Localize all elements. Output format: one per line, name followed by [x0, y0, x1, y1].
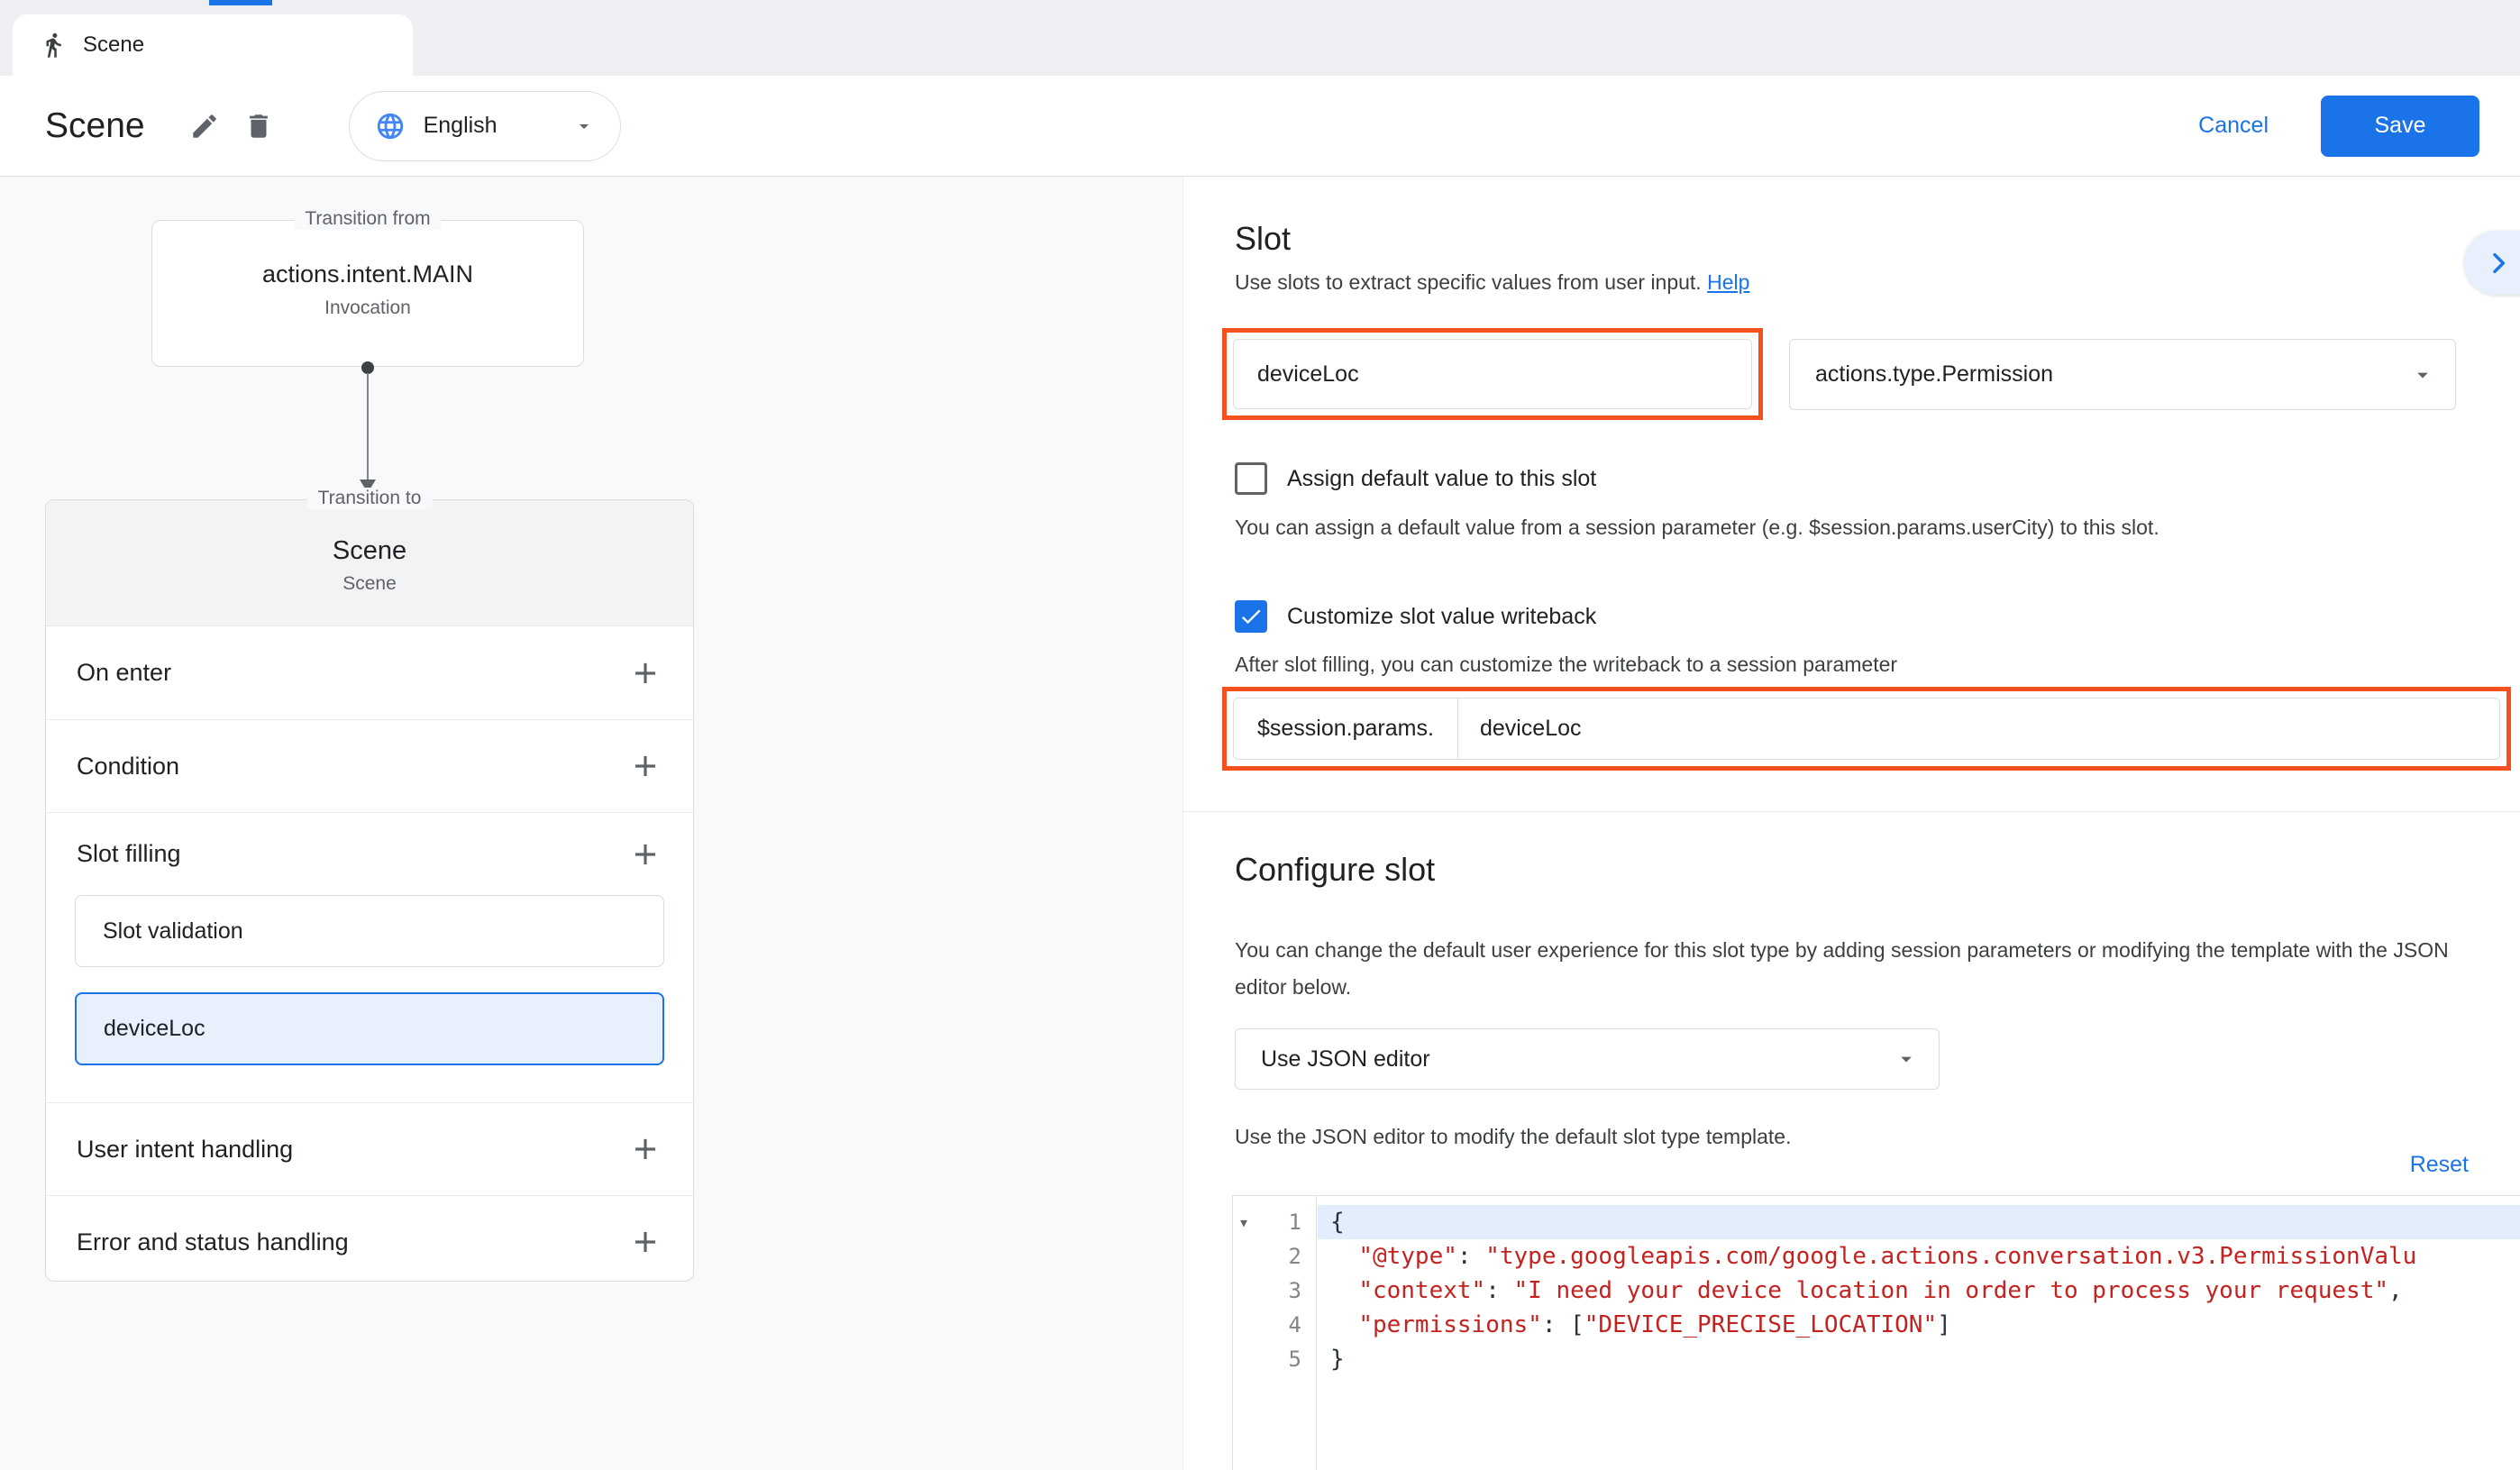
scene-diagram-panel: Transition from actions.intent.MAIN Invo… [0, 177, 1182, 1470]
edit-scene-button[interactable] [178, 99, 232, 153]
writeback-label: Customize slot value writeback [1287, 604, 1596, 630]
language-label: English [424, 113, 555, 139]
delete-scene-button[interactable] [232, 99, 286, 153]
section-condition[interactable]: Condition [46, 719, 693, 812]
scene-editor-tab[interactable]: Scene [13, 14, 413, 76]
top-blue-indicator [209, 0, 272, 5]
writeback-value-input[interactable] [1458, 698, 2499, 759]
chevron-down-icon [1894, 1046, 1919, 1072]
writeback-field: $session.params. [1233, 698, 2500, 760]
editor-code[interactable]: { "@type": "type.googleapis.com/google.a… [1318, 1196, 2520, 1470]
slot-name-input[interactable] [1234, 340, 1751, 408]
add-icon[interactable] [628, 656, 662, 690]
section-error-status-handling[interactable]: Error and status handling [46, 1195, 693, 1288]
line-number: 4 [1233, 1308, 1316, 1342]
chevron-right-icon [2484, 249, 2513, 278]
chevron-down-icon [573, 115, 595, 137]
transition-from-node[interactable]: Transition from actions.intent.MAIN Invo… [151, 220, 584, 367]
slot-type-dropdown[interactable]: actions.type.Permission [1789, 339, 2456, 410]
section-label: User intent handling [77, 1136, 293, 1164]
line-number: 2 [1233, 1239, 1316, 1274]
language-selector[interactable]: English [349, 91, 621, 161]
intent-name: actions.intent.MAIN [262, 260, 473, 288]
trash-icon [243, 111, 274, 142]
transition-to-card: Transition to Scene Scene On enter Condi… [45, 499, 694, 1282]
assign-default-label: Assign default value to this slot [1287, 466, 1596, 492]
scene-name: Scene [46, 536, 693, 566]
pencil-icon [189, 111, 220, 142]
globe-icon [375, 111, 406, 142]
scene-card-header[interactable]: Transition to Scene Scene [46, 500, 693, 626]
help-link[interactable]: Help [1707, 270, 1749, 294]
slot-description-text: Use slots to extract specific values fro… [1235, 270, 1702, 294]
assign-default-help: You can assign a default value from a se… [1235, 516, 2159, 540]
assign-default-checkbox-row[interactable]: Assign default value to this slot [1235, 462, 1596, 495]
code-line[interactable]: "@type": "type.googleapis.com/google.act… [1318, 1239, 2520, 1274]
slot-detail-panel: Slot Use slots to extract specific value… [1182, 177, 2520, 1470]
editor-mode-value: Use JSON editor [1261, 1046, 1430, 1073]
code-line[interactable]: } [1318, 1342, 2520, 1376]
writeback-checkbox-row[interactable]: Customize slot value writeback [1235, 600, 1596, 633]
add-icon[interactable] [628, 749, 662, 783]
line-number: 3 [1233, 1274, 1316, 1308]
header-bar: Scene English Cancel Save [0, 76, 2520, 177]
section-label: Condition [77, 753, 179, 781]
json-editor[interactable]: ▾12345 { "@type": "type.googleapis.com/g… [1232, 1195, 2520, 1470]
section-user-intent-handling[interactable]: User intent handling [46, 1102, 693, 1195]
editor-gutter: ▾12345 [1233, 1196, 1317, 1470]
editor-help-text: Use the JSON editor to modify the defaul… [1235, 1125, 1791, 1149]
connector-dot [361, 361, 374, 374]
section-on-enter[interactable]: On enter [46, 626, 693, 719]
scene-walk-icon [40, 32, 67, 59]
slot-panel-description: Use slots to extract specific values fro… [1235, 270, 1749, 295]
line-number: ▾1 [1233, 1205, 1316, 1239]
code-line[interactable]: { [1318, 1205, 2520, 1239]
fold-arrow-icon[interactable]: ▾ [1238, 1205, 1249, 1239]
writeback-help: After slot filling, you can customize th… [1235, 653, 1897, 677]
intent-type: Invocation [324, 297, 411, 319]
page-title: Scene [45, 106, 145, 146]
collapse-panel-button[interactable] [2464, 231, 2520, 295]
code-line[interactable]: "context": "I need your device location … [1318, 1274, 2520, 1308]
section-label: Error and status handling [77, 1228, 349, 1256]
section-divider [1183, 811, 2520, 812]
save-button[interactable]: Save [2321, 96, 2479, 157]
slot-filling-header[interactable]: Slot filling [46, 813, 693, 895]
scene-type: Scene [46, 573, 693, 595]
line-number: 5 [1233, 1342, 1316, 1376]
editor-mode-dropdown[interactable]: Use JSON editor [1235, 1028, 1940, 1090]
slot-name-field [1233, 339, 1752, 409]
section-label: On enter [77, 659, 171, 687]
slot-deviceloc-item[interactable]: deviceLoc [75, 992, 664, 1065]
tab-strip: Scene [0, 0, 2520, 76]
code-line[interactable]: "permissions": ["DEVICE_PRECISE_LOCATION… [1318, 1308, 2520, 1342]
connector-line [367, 373, 369, 479]
add-icon[interactable] [628, 1225, 662, 1259]
slot-type-value: actions.type.Permission [1815, 361, 2053, 388]
writeback-highlight-box: $session.params. [1222, 687, 2511, 771]
slot-name-highlight-box [1222, 328, 1763, 420]
checkbox-checked-icon[interactable] [1235, 600, 1267, 633]
checkbox-unchecked-icon[interactable] [1235, 462, 1267, 495]
cancel-button[interactable]: Cancel [2198, 113, 2269, 139]
main-area: Transition from actions.intent.MAIN Invo… [0, 177, 2520, 1470]
transition-to-legend: Transition to [307, 488, 433, 509]
slot-validation-item[interactable]: Slot validation [75, 895, 664, 967]
section-slot-filling: Slot filling Slot validation deviceLoc [46, 812, 693, 1102]
slot-section-padding [46, 1065, 693, 1102]
add-icon[interactable] [628, 1132, 662, 1166]
chevron-down-icon [2410, 362, 2435, 388]
configure-slot-description: You can change the default user experien… [1235, 932, 2461, 1006]
slot-panel-title: Slot [1235, 220, 1291, 258]
tab-label: Scene [83, 32, 144, 58]
transition-from-legend: Transition from [294, 208, 441, 230]
session-params-prefix: $session.params. [1234, 698, 1458, 759]
configure-slot-title: Configure slot [1235, 851, 1435, 889]
section-label: Slot filling [77, 840, 181, 868]
reset-link[interactable]: Reset [2410, 1152, 2469, 1178]
app-root: Scene Scene English Cancel Save [0, 0, 2520, 1470]
add-icon[interactable] [628, 837, 662, 872]
